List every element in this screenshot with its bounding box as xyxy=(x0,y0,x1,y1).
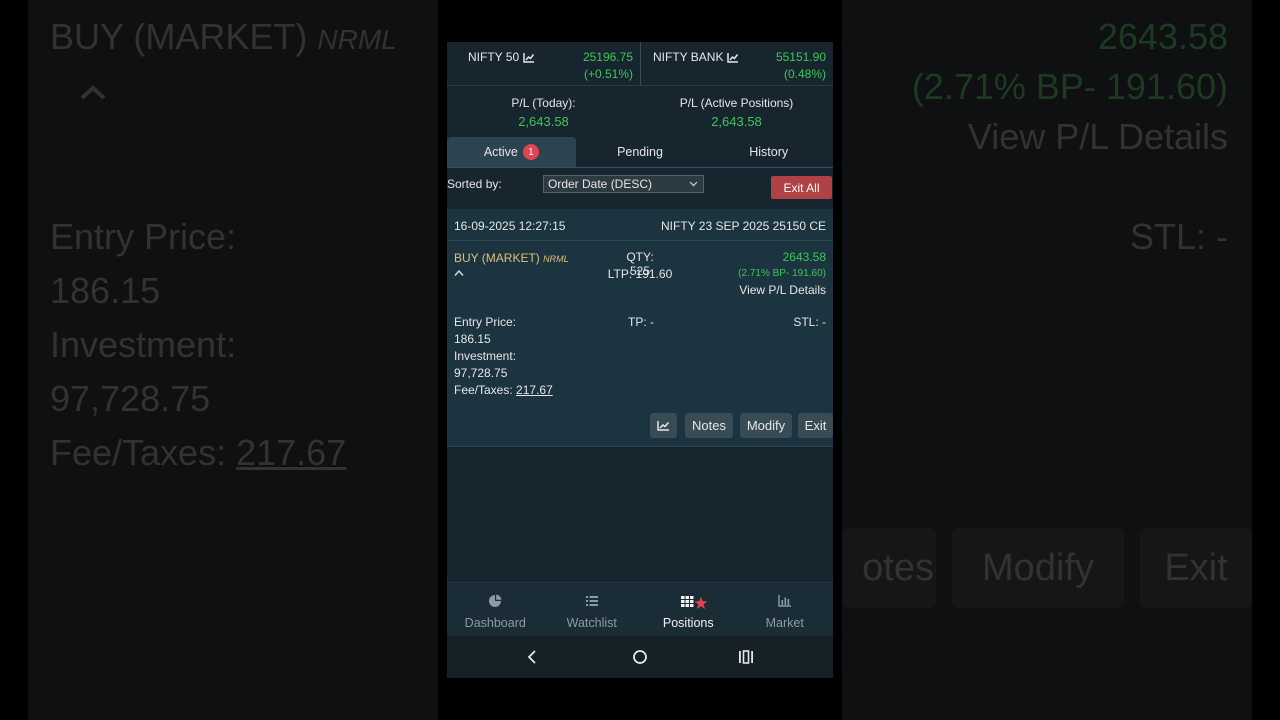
position-header: 16-09-2025 12:27:15 NIFTY 23 SEP 2025 25… xyxy=(447,209,833,241)
exit-button[interactable]: Exit xyxy=(798,413,833,438)
exit-all-button[interactable]: Exit All xyxy=(771,176,832,199)
back-icon[interactable] xyxy=(525,649,541,665)
nav-label: Market xyxy=(765,616,804,630)
tab-label: Pending xyxy=(617,145,663,159)
position-symbol: NIFTY 23 SEP 2025 25150 CE xyxy=(661,219,826,233)
sort-label: Sorted by: xyxy=(447,177,502,191)
background-right-panel: 2643.58 (2.71% BP- 191.60) View P/L Deta… xyxy=(842,0,1252,720)
sort-selected-value: Order Date (DESC) xyxy=(548,177,653,191)
index-change: (0.48%) xyxy=(783,67,826,81)
bottom-nav: Dashboard Watchlist Positions Market xyxy=(447,582,833,636)
chart-icon[interactable] xyxy=(523,52,535,63)
notes-button[interactable]: Notes xyxy=(685,413,733,438)
chart-icon xyxy=(657,421,670,431)
background-left-panel: BUY (MARKET) NRML Entry Price: 186.15 In… xyxy=(28,0,438,720)
entry-price-label: Entry Price: xyxy=(454,315,517,329)
index-value: 55151.90 xyxy=(775,50,826,64)
tab-label: History xyxy=(749,145,789,159)
entry-price-value: 186.15 xyxy=(454,332,491,346)
home-icon[interactable] xyxy=(632,649,648,665)
take-profit: TP: - xyxy=(628,315,654,329)
position-bp: (2.71% BP- 191.60) xyxy=(738,268,826,279)
tab-active[interactable]: Active 1 xyxy=(447,137,576,167)
index-nifty-bank[interactable]: NIFTY BANK 55151.90 (0.48%) xyxy=(640,42,833,86)
nav-label: Watchlist xyxy=(566,616,617,630)
position-side: BUY (MARKET) NRML xyxy=(454,251,569,265)
nav-label: Positions xyxy=(662,616,714,630)
nav-watchlist[interactable]: Watchlist xyxy=(544,583,641,636)
position-card: 16-09-2025 12:27:15 NIFTY 23 SEP 2025 25… xyxy=(447,209,833,447)
chart-button[interactable] xyxy=(650,413,677,438)
index-ticker-bar: NIFTY 50 25196.75 (+0.51%) NIFTY BANK 55… xyxy=(447,42,833,86)
chevron-down-icon xyxy=(689,181,698,187)
count-badge: 1 xyxy=(522,144,539,160)
pl-today-label: P/L (Today): xyxy=(511,96,576,110)
index-name: NIFTY BANK xyxy=(653,50,739,64)
index-value: 25196.75 xyxy=(582,50,633,64)
nav-dashboard[interactable]: Dashboard xyxy=(447,583,544,636)
fee-taxes: Fee/Taxes: 217.67 xyxy=(454,383,553,397)
nav-label: Dashboard xyxy=(464,616,526,630)
nav-positions[interactable]: Positions xyxy=(640,583,737,636)
pl-today: P/L (Today): 2,643.58 xyxy=(447,87,640,135)
pie-chart-icon xyxy=(489,594,502,607)
positions-tabs: Active 1 Pending History xyxy=(447,137,833,168)
stop-loss: STL: - xyxy=(793,315,826,329)
pl-active: P/L (Active Positions) 2,643.58 xyxy=(640,87,833,135)
position-date: 16-09-2025 12:27:15 xyxy=(454,219,566,233)
pl-summary: P/L (Today): 2,643.58 P/L (Active Positi… xyxy=(447,87,833,135)
investment-value: 97,728.75 xyxy=(454,366,508,380)
tab-pending[interactable]: Pending xyxy=(576,137,705,167)
index-change: (+0.51%) xyxy=(583,67,633,81)
recent-apps-icon[interactable] xyxy=(738,649,754,665)
fee-taxes-link[interactable]: 217.67 xyxy=(516,383,553,397)
view-pl-details-link[interactable]: View P/L Details xyxy=(739,283,826,297)
index-nifty-50[interactable]: NIFTY 50 25196.75 (+0.51%) xyxy=(447,42,640,86)
tab-label: Active xyxy=(483,145,518,159)
system-navigation-bar xyxy=(447,636,833,678)
tab-history[interactable]: History xyxy=(704,137,833,167)
star-icon xyxy=(694,596,708,610)
chevron-up-icon[interactable] xyxy=(454,269,464,277)
bar-chart-icon xyxy=(778,595,791,607)
pl-active-label: P/L (Active Positions) xyxy=(679,96,794,110)
product-type: NRML xyxy=(543,254,569,264)
list-icon xyxy=(585,596,598,606)
investment-label: Investment: xyxy=(454,349,517,363)
position-pl: 2643.58 xyxy=(782,250,826,264)
sort-select[interactable]: Order Date (DESC) xyxy=(543,175,704,193)
nav-market[interactable]: Market xyxy=(737,583,834,636)
index-name: NIFTY 50 xyxy=(468,50,535,64)
grid-icon xyxy=(681,596,694,607)
modify-button[interactable]: Modify xyxy=(740,413,792,438)
pl-today-value: 2,643.58 xyxy=(518,114,569,129)
position-ltp: LTP: 191.60 xyxy=(607,267,673,281)
pl-active-value: 2,643.58 xyxy=(711,114,762,129)
app-screen: NIFTY 50 25196.75 (+0.51%) NIFTY BANK 55… xyxy=(447,42,833,678)
chart-icon[interactable] xyxy=(727,52,739,63)
